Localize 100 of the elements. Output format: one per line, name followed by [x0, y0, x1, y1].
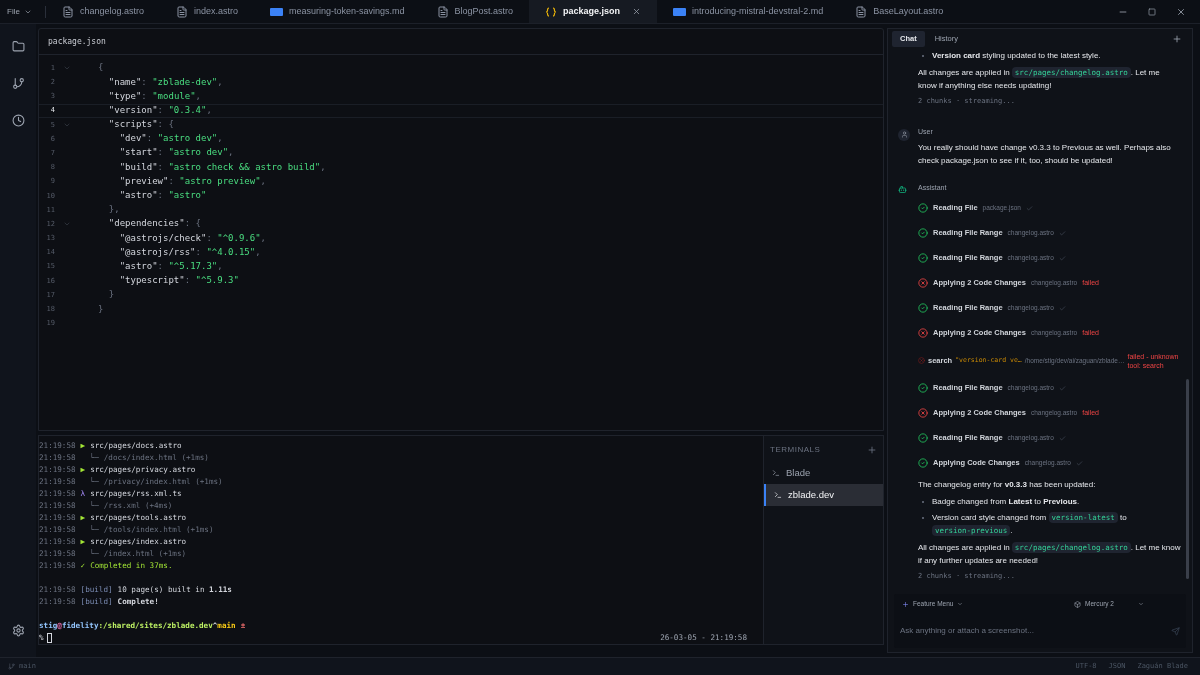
chat-input[interactable]: Ask anything or attach a screenshot... [900, 625, 1171, 637]
settings-icon[interactable] [11, 624, 25, 637]
code-token: : [157, 260, 165, 271]
check-icon [1025, 204, 1033, 212]
code-token: "start" [118, 147, 158, 158]
code-token: } [98, 303, 104, 314]
code-token: "^5.17.3" [168, 260, 218, 271]
check-icon [1058, 254, 1066, 262]
code-token: "type" [107, 90, 142, 101]
code-token: "module" [152, 90, 196, 101]
maximize-icon[interactable] [1148, 7, 1156, 16]
code-token: : [157, 161, 165, 172]
user-avatar [898, 128, 910, 141]
add-icon[interactable] [867, 445, 877, 455]
check-icon [1058, 229, 1066, 237]
message-text: You really should have change v0.3.3 to Previous as well. Perhaps also check package.json to see if it, too, should be updated! [918, 142, 1172, 167]
message-text: The changelog entry for v0.3.3 has been updated: [918, 478, 1097, 491]
code-token: "astro preview" [179, 175, 261, 186]
file-icon [855, 5, 868, 18]
scrollbar[interactable] [1186, 379, 1189, 579]
file-menu[interactable]: File [0, 0, 39, 23]
code-token: "version" [107, 104, 158, 115]
code-token: "astro dev" [168, 147, 229, 158]
git-branch-icon[interactable] [11, 77, 25, 90]
code-token: : [157, 104, 165, 115]
code-token: : { [157, 119, 174, 130]
section-title: TERMINALS [770, 444, 821, 456]
error-circle-icon [918, 357, 925, 364]
code-token: "name" [107, 76, 142, 87]
check-icon [1058, 434, 1066, 442]
code-token: "@astrojs/rss" [118, 246, 196, 257]
code-token: "astro" [118, 260, 158, 271]
clock-icon[interactable] [11, 114, 25, 127]
code-token: , [217, 260, 223, 271]
check-icon [1058, 304, 1066, 312]
code-token: , [217, 133, 223, 144]
check-circle-icon [918, 383, 928, 393]
code-token: "build" [118, 161, 158, 172]
check-circle-icon [918, 253, 928, 263]
code-token: , [260, 175, 266, 186]
markdown-icon [673, 7, 687, 16]
code-token: "@astrojs/check" [118, 232, 207, 243]
markdown-icon [269, 7, 283, 16]
code-token: "typescript" [118, 275, 185, 286]
check-icon [1075, 459, 1083, 467]
chevron-down-icon [1138, 601, 1144, 607]
terminal-item[interactable]: Blade [764, 462, 883, 484]
file-icon [175, 5, 188, 18]
code-token: "^0.9.6" [217, 232, 261, 243]
editor-tab[interactable]: measuring-token-savings.md [253, 0, 421, 23]
code-token: "astro" [118, 190, 158, 201]
error-circle-icon [918, 408, 928, 418]
folder-icon[interactable] [11, 40, 25, 53]
code-token: , [255, 246, 261, 257]
code-token: , [260, 232, 266, 243]
code-token: : [157, 147, 165, 158]
terminal-icon [774, 491, 782, 499]
editor-tab[interactable]: index.astro [159, 0, 254, 23]
code-token: "astro check && astro build" [168, 161, 321, 172]
code-token: : [146, 133, 154, 144]
editor-tab[interactable]: changelog.astro [45, 0, 160, 23]
code-token: : [184, 275, 192, 286]
code-token: , [195, 90, 201, 101]
code-token: , [228, 147, 234, 158]
check-circle-icon [918, 228, 928, 238]
editor-tab[interactable]: introducing-mistral-devstral-2.md [657, 0, 840, 23]
terminal-icon [772, 469, 780, 477]
braces-icon [545, 6, 558, 17]
code-token: "astro dev" [157, 133, 218, 144]
code-token: "dependencies" [107, 218, 185, 229]
editor-tab[interactable]: package.json [529, 0, 658, 23]
file-icon [61, 5, 74, 18]
plus-icon [902, 600, 909, 608]
git-branch-icon [8, 663, 15, 670]
code-token: : [206, 232, 213, 243]
terminal-item[interactable]: zblade.dev [764, 484, 883, 506]
code-token: : [157, 190, 165, 201]
code-token: , [217, 76, 223, 87]
check-circle-icon [918, 303, 928, 313]
check-circle-icon [918, 458, 928, 468]
check-circle-icon [918, 203, 928, 213]
bot-icon [898, 185, 907, 194]
close-icon[interactable] [1176, 6, 1186, 17]
cursor[interactable] [46, 633, 52, 643]
add-icon[interactable] [1172, 34, 1182, 44]
file-icon [436, 5, 449, 18]
code-token: "^5.9.3" [195, 275, 239, 286]
code-token: "preview" [118, 175, 169, 186]
editor-tab[interactable]: BaseLayout.astro [839, 0, 960, 23]
code-token: "astro" [168, 190, 207, 201]
editor-tab[interactable]: BlogPost.astro [420, 0, 530, 23]
chevron-down-icon [957, 601, 964, 607]
message-text: Badge changed from Latest to Previous. [932, 495, 1080, 508]
code-token: , [206, 104, 212, 115]
code-token: "0.3.4" [168, 104, 207, 115]
code-token: : { [184, 218, 201, 229]
cube-icon [1074, 600, 1082, 608]
message-text: Version card styling updated to the latest style. [932, 50, 1101, 62]
error-circle-icon [918, 328, 928, 338]
close-icon[interactable] [632, 7, 642, 16]
